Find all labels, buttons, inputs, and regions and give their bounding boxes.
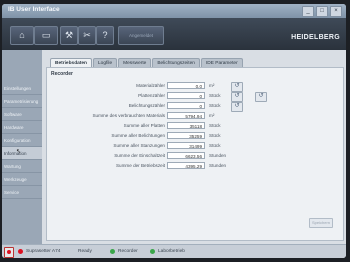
mouse-cursor-icon: ↖: [16, 149, 22, 155]
lab-status-icon: [150, 249, 155, 254]
sidebar-item-einstellungen[interactable]: Einstellungen: [2, 82, 42, 95]
counter-row: Summe der Betriebszeit 4395.29 Stunden: [47, 162, 343, 170]
row-label: Summe aller Stanzungen: [113, 143, 165, 148]
sidebar-item-hardware[interactable]: Hardware: [2, 121, 42, 134]
device-state: Ready: [78, 249, 92, 254]
home-icon: ⌂: [19, 30, 25, 40]
counter-row: Summe des verbrauchten Materials 5794.94…: [47, 112, 343, 120]
row-label: Summe der Betriebszeit: [115, 163, 165, 168]
counter-row: Summe aller Belichtungen 35259 Stück: [47, 132, 343, 140]
row-unit: Stück: [209, 123, 221, 128]
row-unit: Stück: [209, 93, 221, 98]
help-button[interactable]: ?: [96, 26, 114, 45]
row-value: 0.0: [167, 82, 205, 89]
row-label: Plattenzähler: [138, 93, 165, 98]
row-unit: Stück: [209, 103, 221, 108]
sidebar-item-wartung[interactable]: Wartung: [2, 160, 42, 173]
operating-data-panel: Recorder Materialzähler 0.0 m² ↺ Platten…: [46, 67, 344, 241]
sidebar-item-software[interactable]: Software: [2, 108, 42, 121]
minimize-button[interactable]: _: [302, 6, 314, 17]
sidebar: Einstellungen Parametrisierung Software …: [2, 50, 42, 244]
row-label: Materialzähler: [136, 83, 165, 88]
reset-exposures-button[interactable]: ↺: [231, 102, 243, 112]
counter-row: Summe aller Platten 35118 Stück: [47, 122, 343, 130]
counter-row: Materialzähler 0.0 m² ↺: [47, 82, 343, 92]
wrench-icon: ⚒: [64, 30, 74, 40]
row-label: Belichtungszähler: [128, 103, 165, 108]
row-unit: Stück: [209, 133, 221, 138]
login-field[interactable]: Angemeldet: [118, 26, 164, 45]
row-unit: Stunden: [209, 163, 227, 168]
row-label: Summe aller Platten: [123, 123, 165, 128]
row-unit: Stunden: [209, 153, 227, 158]
save-button[interactable]: Speichern: [309, 218, 333, 228]
recorder-status-label: Recorder: [118, 249, 138, 254]
device-name: Suprasetter A74: [26, 249, 61, 254]
counter-row: Plattenzähler 0 Stück ↺ ↺: [47, 92, 343, 102]
recorder-status-icon: [110, 249, 115, 254]
sidebar-item-parametrisierung[interactable]: Parametrisierung: [2, 95, 42, 108]
reset-icon: ↺: [234, 83, 240, 89]
status-bar: Suprasetter A74 Ready Recorder Laborbetr…: [2, 244, 346, 258]
service-button[interactable]: ✂: [78, 26, 96, 45]
reset-plates-secondary-button[interactable]: ↺: [255, 92, 267, 102]
alarm-indicator[interactable]: [4, 247, 14, 258]
reset-plates-button[interactable]: ↺: [231, 92, 243, 102]
row-value: 35118: [167, 122, 205, 129]
help-icon: ?: [102, 30, 108, 40]
device-status-icon: [18, 249, 23, 254]
alarm-icon: [7, 250, 11, 254]
reset-icon: ↺: [234, 103, 240, 109]
window-title: IB User Interface: [8, 6, 60, 13]
row-value: 35259: [167, 132, 205, 139]
row-label: Summe aller Belichtungen: [111, 133, 165, 138]
sidebar-item-service[interactable]: Service: [2, 186, 42, 199]
reset-material-button[interactable]: ↺: [231, 82, 243, 92]
close-button[interactable]: ×: [330, 6, 342, 17]
reset-icon: ↺: [258, 93, 264, 99]
row-unit: m²: [209, 113, 215, 118]
row-unit: Stück: [209, 143, 221, 148]
counter-row: Summe aller Stanzungen 31499 Stück: [47, 142, 343, 150]
row-value: 6623.56: [167, 152, 205, 159]
window-controls: _ □ ×: [302, 6, 342, 17]
row-label: Summe der Einschaltzeit: [114, 153, 165, 158]
title-bar: IB User Interface _ □ ×: [2, 4, 346, 18]
monitor-icon: ▭: [41, 30, 51, 40]
reset-icon: ↺: [234, 93, 240, 99]
brand-logo: HEIDELBERG: [291, 34, 340, 41]
row-value: 0: [167, 92, 205, 99]
counter-row: Belichtungszähler 0 Stück ↺: [47, 102, 343, 112]
counter-row: Summe der Einschaltzeit 6623.56 Stunden: [47, 152, 343, 160]
sidebar-item-konfiguration[interactable]: Konfiguration: [2, 134, 42, 147]
row-value: 31499: [167, 142, 205, 149]
sidebar-item-information[interactable]: Information: [2, 147, 42, 160]
monitor-button[interactable]: ▭: [34, 26, 58, 45]
row-value: 4395.29: [167, 162, 205, 169]
application-window: IB User Interface _ □ × ⌂ ▭ ⚒ ✂ ? Angeme…: [2, 4, 346, 258]
tools-button[interactable]: ⚒: [60, 26, 78, 45]
group-label-recorder: Recorder: [51, 71, 73, 77]
row-value: 5794.94: [167, 112, 205, 119]
sidebar-item-werkzeuge[interactable]: Werkzeuge: [2, 173, 42, 186]
row-unit: m²: [209, 83, 215, 88]
home-button[interactable]: ⌂: [10, 26, 34, 45]
maximize-button[interactable]: □: [316, 6, 328, 17]
row-value: 0: [167, 102, 205, 109]
tools-icon: ✂: [83, 30, 91, 40]
row-label: Summe des verbrauchten Materials: [92, 113, 165, 118]
lab-status-label: Laborbetrieb: [158, 249, 185, 254]
